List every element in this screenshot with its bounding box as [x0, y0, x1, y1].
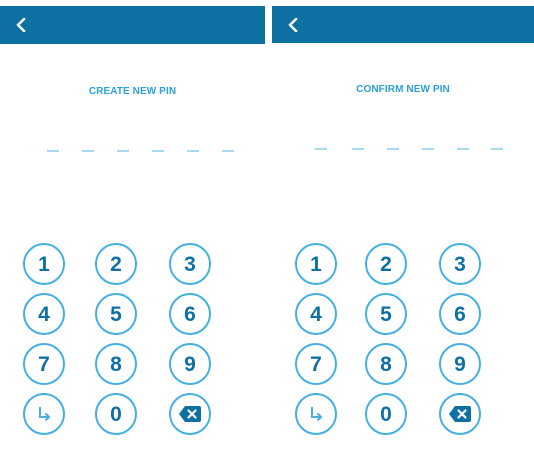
key-digit-label: 9: [454, 352, 466, 376]
key-digit-label: 8: [380, 352, 392, 376]
create-pin-screen: CREATE NEW PIN 1234567890: [0, 0, 265, 459]
backspace-icon: [179, 406, 201, 422]
key-9[interactable]: 9: [439, 343, 481, 385]
key-digit-label: 7: [310, 352, 322, 376]
key-digit-label: 5: [380, 302, 392, 326]
enter-button[interactable]: [295, 393, 337, 435]
key-digit-label: 3: [184, 252, 196, 276]
numeric-keypad: 1 2 3 4 5 6 7 8 9 0: [272, 0, 534, 459]
numeric-keypad: 1 2 3 4 5 6 7 8 9 0: [0, 0, 265, 459]
key-0[interactable]: 0: [95, 393, 137, 435]
key-digit-label: 3: [454, 252, 466, 276]
key-digit-label: 6: [454, 302, 466, 326]
key-8[interactable]: 8: [365, 343, 407, 385]
key-2[interactable]: 2: [365, 243, 407, 285]
enter-arrow-icon: [311, 407, 323, 422]
backspace-button[interactable]: [439, 393, 481, 435]
key-digit-label: 1: [310, 252, 322, 276]
key-2[interactable]: 2: [95, 243, 137, 285]
key-3[interactable]: 3: [439, 243, 481, 285]
key-5[interactable]: 5: [365, 293, 407, 335]
confirm-pin-screen: CONFIRM NEW PIN 1234567890: [272, 0, 534, 459]
key-digit-label: 9: [184, 352, 196, 376]
key-digit-label: 5: [110, 302, 122, 326]
key-digit-label: 2: [110, 252, 122, 276]
key-4[interactable]: 4: [23, 293, 65, 335]
key-digit-label: 8: [110, 352, 122, 376]
key-0[interactable]: 0: [365, 393, 407, 435]
key-1[interactable]: 1: [295, 243, 337, 285]
key-6[interactable]: 6: [169, 293, 211, 335]
key-9[interactable]: 9: [169, 343, 211, 385]
key-7[interactable]: 7: [23, 343, 65, 385]
key-8[interactable]: 8: [95, 343, 137, 385]
key-1[interactable]: 1: [23, 243, 65, 285]
backspace-icon: [449, 406, 471, 422]
key-digit-label: 2: [380, 252, 392, 276]
enter-arrow-icon: [39, 407, 51, 422]
key-digit-label: 1: [38, 252, 50, 276]
key-digit-label: 6: [184, 302, 196, 326]
key-digit-label: 0: [380, 402, 392, 426]
key-6[interactable]: 6: [439, 293, 481, 335]
key-digit-label: 4: [38, 302, 50, 326]
key-3[interactable]: 3: [169, 243, 211, 285]
key-7[interactable]: 7: [295, 343, 337, 385]
key-digit-label: 4: [310, 302, 322, 326]
key-5[interactable]: 5: [95, 293, 137, 335]
key-digit-label: 0: [110, 402, 122, 426]
pin-setup-comparison: CREATE NEW PIN 1234567890 CONFIRM NEW PI…: [0, 0, 534, 459]
key-digit-label: 7: [38, 352, 50, 376]
backspace-button[interactable]: [169, 393, 211, 435]
enter-button[interactable]: [23, 393, 65, 435]
key-4[interactable]: 4: [295, 293, 337, 335]
